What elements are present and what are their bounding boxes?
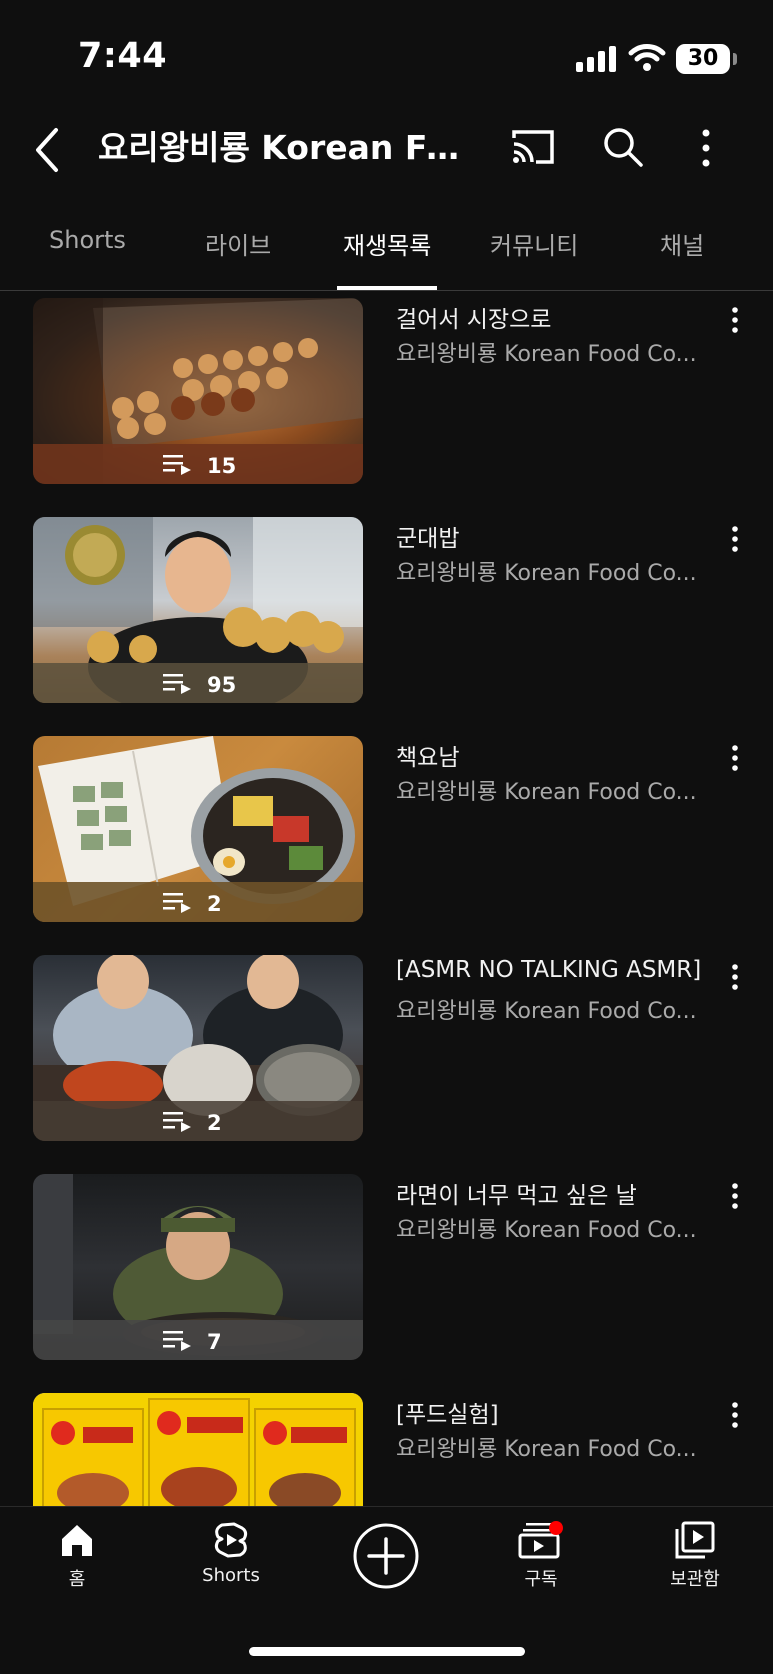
playlist-channel: 요리왕비룡 Korean Food Co...: [396, 1437, 697, 1462]
playlist-thumbnail[interactable]: [33, 1393, 363, 1507]
tab-shorts[interactable]: Shorts: [49, 226, 126, 254]
playlist-thumbnail[interactable]: 15: [33, 298, 363, 484]
instant-food-boxes-image: [33, 1393, 363, 1507]
search-icon[interactable]: [602, 126, 644, 168]
playlist-item[interactable]: 7 라면이 너무 먹고 싶은 날 요리왕비룡 Korean Food Co...: [0, 1174, 773, 1364]
playlist-icon: [163, 674, 191, 694]
playlist-channel: 요리왕비룡 Korean Food Co...: [396, 999, 697, 1024]
playlist-video-count: 2: [207, 892, 222, 916]
playlist-count-overlay: 15: [33, 444, 363, 484]
subscriptions-icon: [518, 1521, 563, 1559]
playlist-channel: 요리왕비룡 Korean Food Co...: [396, 561, 697, 586]
more-options-icon[interactable]: [730, 744, 740, 772]
status-time: 7:44: [78, 36, 168, 76]
playlist-count-overlay: 95: [33, 663, 363, 703]
screen: 7:44 30 요리왕비룡 Korean Foo... Shorts 라이브 재…: [0, 0, 773, 1674]
playlist-title[interactable]: 책요남: [396, 738, 721, 772]
playlist-title[interactable]: 군대밥: [396, 519, 721, 553]
playlist-video-count: 15: [207, 454, 237, 478]
playlist-icon: [163, 455, 191, 475]
back-arrow-icon[interactable]: [30, 126, 64, 174]
playlist-title[interactable]: [푸드실험]: [396, 1395, 721, 1429]
shorts-icon: [214, 1522, 248, 1558]
playlist-channel: 요리왕비룡 Korean Food Co...: [396, 1218, 697, 1243]
playlist-icon: [163, 893, 191, 913]
tab-channel[interactable]: 채널: [660, 226, 704, 261]
playlist-channel: 요리왕비룡 Korean Food Co...: [396, 342, 697, 367]
playlist-icon: [163, 1112, 191, 1132]
playlist-title[interactable]: 라면이 너무 먹고 싶은 날: [396, 1176, 721, 1210]
more-options-icon[interactable]: [730, 1182, 740, 1210]
playlist-thumbnail[interactable]: 7: [33, 1174, 363, 1360]
playlist-count-overlay: 2: [33, 1101, 363, 1141]
playlist-item[interactable]: 2 [ASMR NO TALKING ASMR] 요리왕비룡 Korean Fo…: [0, 955, 773, 1145]
battery-indicator: 30: [676, 44, 730, 74]
channel-tabs: Shorts 라이브 재생목록 커뮤니티 채널: [0, 200, 773, 291]
add-icon: [353, 1523, 419, 1589]
more-options-icon[interactable]: [730, 1401, 740, 1429]
home-indicator[interactable]: [249, 1647, 525, 1656]
playlist-thumbnail[interactable]: 95: [33, 517, 363, 703]
home-icon: [62, 1525, 92, 1556]
nav-subscriptions[interactable]: 구독: [481, 1521, 601, 1591]
cast-icon[interactable]: [510, 128, 556, 166]
more-options-icon[interactable]: [730, 525, 740, 553]
create-button[interactable]: [326, 1523, 446, 1589]
playlist-item[interactable]: [푸드실험] 요리왕비룡 Korean Food Co...: [0, 1393, 773, 1507]
playlist-video-count: 2: [207, 1111, 222, 1135]
playlist-count-overlay: 2: [33, 882, 363, 922]
top-app-bar: 요리왕비룡 Korean Foo...: [0, 110, 773, 190]
playlist-list: 15 걸어서 시장으로 요리왕비룡 Korean Food Co... 95 군…: [0, 291, 773, 1507]
tab-community[interactable]: 커뮤니티: [490, 226, 578, 261]
nav-home-label: 홈: [68, 1569, 86, 1590]
more-options-icon[interactable]: [730, 963, 740, 991]
nav-library-label: 보관함: [670, 1569, 720, 1590]
tab-playlists[interactable]: 재생목록: [343, 226, 431, 261]
tab-live[interactable]: 라이브: [205, 226, 271, 261]
playlist-video-count: 95: [207, 673, 237, 697]
playlist-video-count: 7: [207, 1330, 222, 1354]
playlist-title[interactable]: [ASMR NO TALKING ASMR]: [396, 957, 721, 983]
playlist-item[interactable]: 2 책요남 요리왕비룡 Korean Food Co...: [0, 736, 773, 926]
nav-shorts[interactable]: Shorts: [171, 1521, 291, 1586]
playlist-icon: [163, 1331, 191, 1351]
playlist-item[interactable]: 15 걸어서 시장으로 요리왕비룡 Korean Food Co...: [0, 298, 773, 488]
cellular-signal-icon: [576, 46, 616, 72]
channel-title: 요리왕비룡 Korean Foo...: [98, 128, 478, 167]
battery-tip: [733, 53, 737, 65]
nav-home[interactable]: 홈: [17, 1521, 137, 1591]
library-icon: [675, 1521, 715, 1559]
playlist-thumbnail[interactable]: 2: [33, 955, 363, 1141]
active-tab-indicator: [337, 286, 437, 290]
more-options-icon[interactable]: [730, 306, 740, 334]
nav-library[interactable]: 보관함: [635, 1521, 755, 1591]
playlist-title[interactable]: 걸어서 시장으로: [396, 300, 721, 334]
status-bar: 7:44 30: [0, 0, 773, 110]
wifi-icon: [628, 44, 666, 71]
nav-shorts-label: Shorts: [202, 1565, 260, 1586]
bottom-navigation: 홈 Shorts 구독 보관함: [0, 1506, 773, 1674]
playlist-thumbnail[interactable]: 2: [33, 736, 363, 922]
nav-subscriptions-label: 구독: [524, 1569, 558, 1590]
playlist-item[interactable]: 95 군대밥 요리왕비룡 Korean Food Co...: [0, 517, 773, 707]
more-options-icon[interactable]: [700, 128, 712, 168]
playlist-count-overlay: 7: [33, 1320, 363, 1360]
playlist-channel: 요리왕비룡 Korean Food Co...: [396, 780, 697, 805]
